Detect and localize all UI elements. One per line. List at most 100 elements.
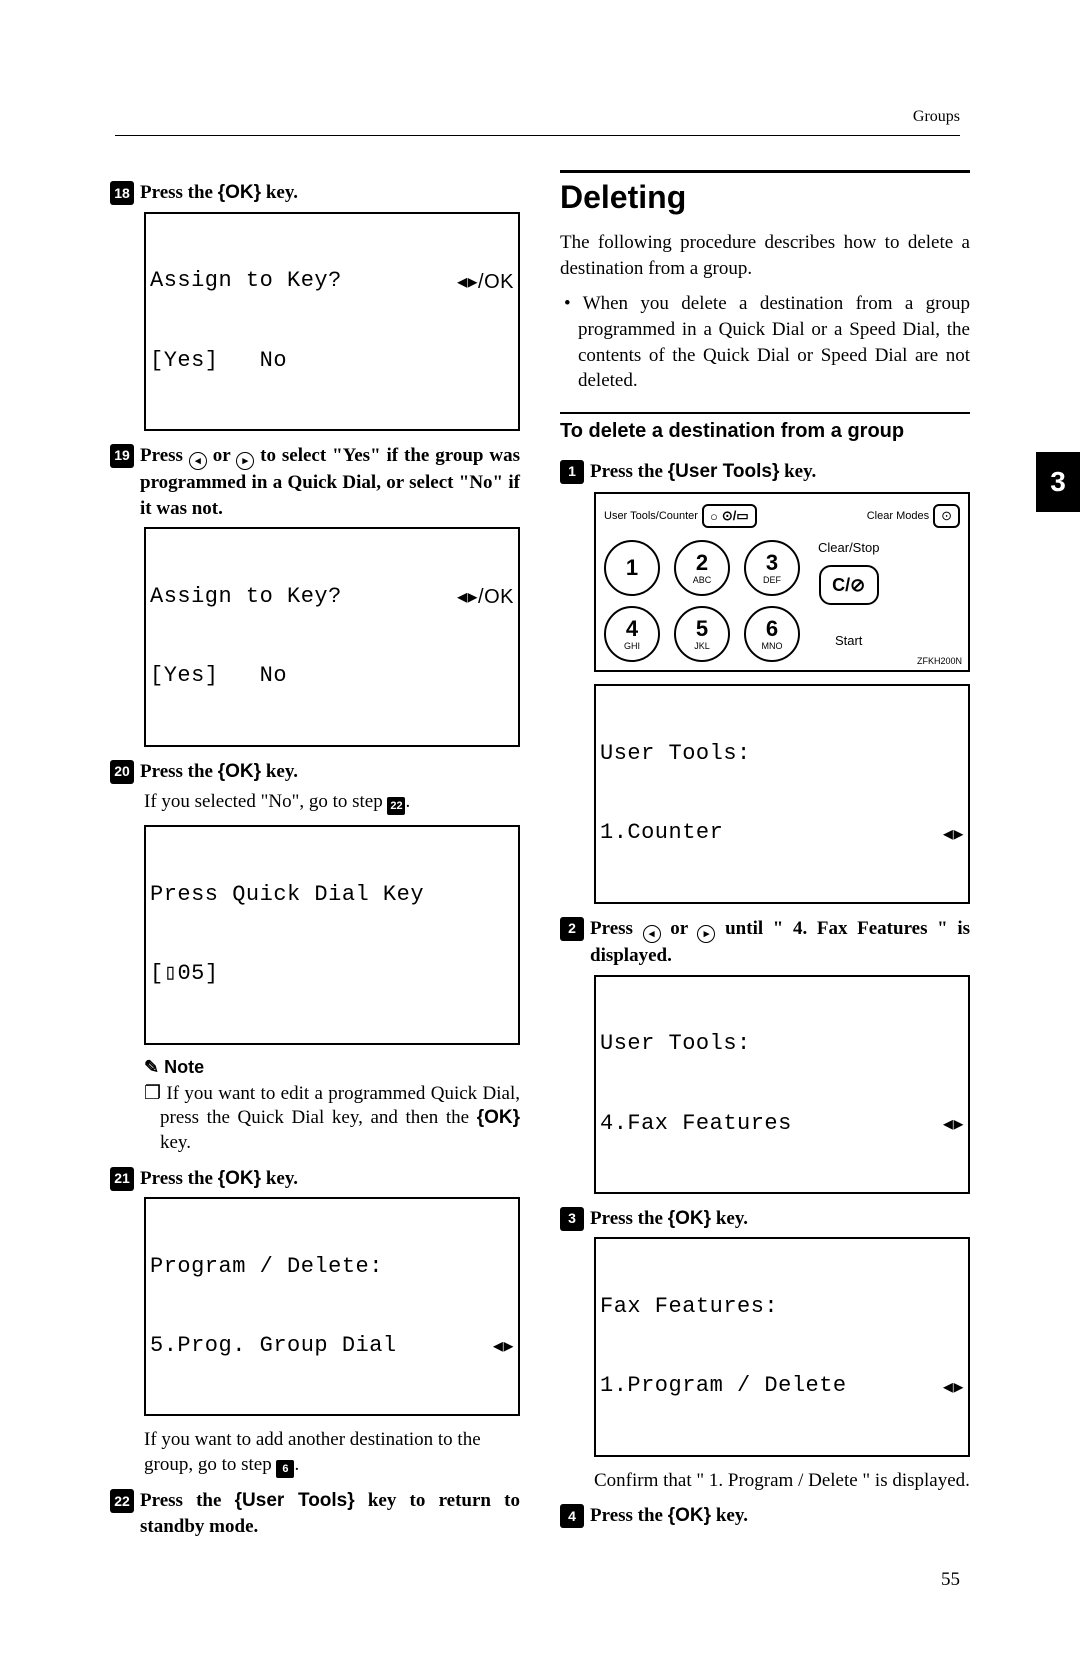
step-text: Press the {User Tools} key to return to …	[140, 1488, 520, 1539]
clearstop-button-icon: C/⊘	[819, 565, 879, 605]
text: Press	[140, 445, 189, 466]
clearstop-label: Clear/Stop	[818, 540, 879, 555]
keypad-key-3: 3 DEF	[744, 540, 800, 596]
body-text: Confirm that " 1. Program / Delete " is …	[594, 1469, 970, 1494]
clearmodes-button-icon: ⊙	[933, 504, 960, 528]
text: key.	[779, 461, 816, 482]
section-title: Deleting	[560, 179, 970, 216]
body-text: If you selected "No", go to step 22.	[144, 790, 520, 815]
text: Press the	[140, 761, 218, 782]
panel-label: Clear Modes	[867, 504, 929, 528]
text: Press the	[590, 1505, 668, 1526]
text: key.	[160, 1132, 191, 1153]
lcd-display: Assign to Key? ◂▸/OK [Yes] No	[144, 212, 520, 431]
step-number-icon: 2	[560, 917, 584, 941]
step-text: Press the {User Tools} key.	[590, 459, 970, 485]
lcd-indicator: ◂▸	[943, 822, 964, 846]
key-label: OK	[675, 1208, 704, 1229]
keypad-key-5: 5 JKL	[674, 606, 730, 662]
bracket: }	[254, 761, 261, 782]
lcd-line: [▯05]	[150, 961, 514, 987]
bracket: }	[254, 1168, 261, 1189]
lcd-display: User Tools: 4.Fax Features ◂▸	[594, 975, 970, 1194]
step-4: 4 Press the {OK} key.	[560, 1503, 970, 1529]
numeric-keypad: 12ABC3DEF4GHI5JKL6MNO	[604, 540, 800, 662]
step-number-icon: 21	[110, 1167, 134, 1191]
intro-text: The following procedure describes how to…	[560, 230, 970, 281]
control-panel-diagram: User Tools/Counter ○ ⊙/▭ Clear Modes ⊙ 1…	[594, 492, 970, 672]
bracket: }	[513, 1107, 520, 1128]
key-digit: 5	[696, 618, 708, 640]
lcd-line: [Yes] No	[150, 348, 514, 374]
text: or	[207, 445, 236, 466]
section-rule	[560, 170, 970, 173]
lcd-line: Fax Features:	[600, 1294, 964, 1320]
bracket: }	[704, 1505, 711, 1526]
key-digit: 4	[626, 618, 638, 640]
text: Press the	[140, 1490, 235, 1511]
key-digit: 3	[766, 552, 778, 574]
left-arrow-icon: ◂	[189, 452, 207, 470]
lcd-line: 1.Program / Delete	[600, 1373, 847, 1399]
step-ref-icon: 22	[387, 797, 405, 815]
start-label: Start	[835, 633, 862, 648]
key-label: OK	[675, 1505, 704, 1526]
note-heading: Note	[144, 1057, 520, 1078]
step-3: 3 Press the {OK} key.	[560, 1206, 970, 1232]
step-20: 20 Press the {OK} key.	[110, 759, 520, 785]
header-rule	[115, 135, 960, 136]
lcd-line: [Yes] No	[150, 663, 514, 689]
key-label: OK	[225, 761, 254, 782]
text: If you want to add another destination t…	[144, 1429, 481, 1475]
lcd-indicator: ◂▸	[493, 1334, 514, 1358]
text: or	[661, 918, 698, 939]
lcd-line: 4.Fax Features	[600, 1111, 792, 1137]
lcd-line: Assign to Key?	[150, 584, 342, 610]
right-column: Deleting The following procedure describ…	[560, 170, 970, 1545]
keypad-key-1: 1	[604, 540, 660, 596]
bullet-item: When you delete a destination from a gro…	[578, 291, 970, 394]
panel-code: ZFKH200N	[917, 656, 962, 666]
text: key.	[711, 1208, 748, 1229]
lcd-line: Program / Delete:	[150, 1254, 514, 1280]
lcd-display: Press Quick Dial Key [▯05]	[144, 825, 520, 1044]
step-number-icon: 22	[110, 1489, 134, 1513]
text: key.	[261, 182, 298, 203]
bracket: }	[704, 1208, 711, 1229]
sub-rule	[560, 412, 970, 414]
key-label: User Tools	[242, 1490, 347, 1511]
step-number-icon: 18	[110, 181, 134, 205]
key-label: OK	[225, 182, 254, 203]
key-digit: 2	[696, 552, 708, 574]
text: .	[294, 1454, 299, 1475]
text: key.	[261, 761, 298, 782]
step-22: 22 Press the {User Tools} key to return …	[110, 1488, 520, 1539]
step-number-icon: 20	[110, 760, 134, 784]
bracket: }	[254, 182, 261, 203]
step-text: Press ◂ or ▸ until " 4. Fax Features " i…	[590, 916, 970, 969]
usertools-button-icon: ○ ⊙/▭	[702, 504, 757, 528]
text: Press the	[590, 1208, 668, 1229]
step-text: Press the {OK} key.	[590, 1503, 970, 1529]
right-arrow-icon: ▸	[236, 452, 254, 470]
step-number-icon: 19	[110, 444, 134, 468]
lcd-indicator: ◂▸/OK	[457, 270, 514, 294]
lcd-line: Press Quick Dial Key	[150, 882, 514, 908]
text: Press the	[590, 461, 668, 482]
lcd-line: User Tools:	[600, 1031, 964, 1057]
key-label: User Tools	[675, 461, 772, 482]
lcd-display: User Tools: 1.Counter ◂▸	[594, 684, 970, 903]
step-text: Press the {OK} key.	[140, 180, 520, 206]
lcd-indicator: ◂▸	[943, 1375, 964, 1399]
lcd-display: Fax Features: 1.Program / Delete ◂▸	[594, 1237, 970, 1456]
text: If you want to edit a programmed Quick D…	[160, 1083, 520, 1129]
lcd-display: Program / Delete: 5.Prog. Group Dial ◂▸	[144, 1197, 520, 1416]
key-sublabel: JKL	[694, 642, 710, 651]
key-sublabel: DEF	[763, 576, 781, 585]
text: Press the	[140, 182, 218, 203]
step-text: Press ◂ or ▸ to select "Yes" if the grou…	[140, 443, 520, 522]
step-number-icon: 4	[560, 1504, 584, 1528]
step-19: 19 Press ◂ or ▸ to select "Yes" if the g…	[110, 443, 520, 522]
page: Groups 18 Press the {OK} key. Assign to …	[0, 0, 1080, 1605]
text: If you selected "No", go to step	[144, 791, 387, 812]
